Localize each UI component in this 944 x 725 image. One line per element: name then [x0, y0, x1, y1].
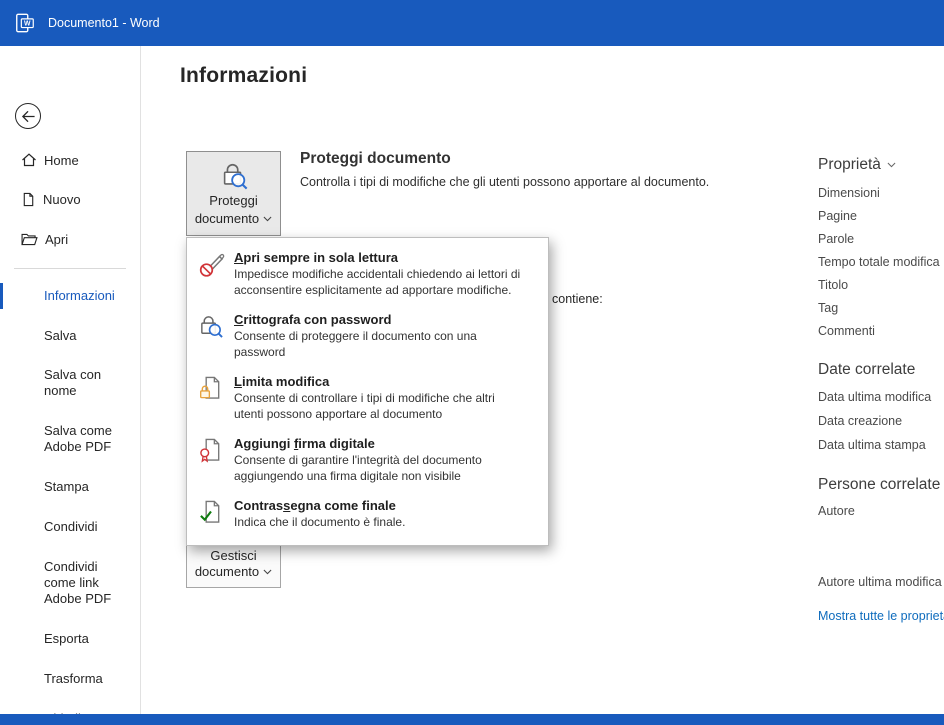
encrypt-password-lock-icon	[198, 313, 225, 340]
menu-item-title: Limita modifica	[234, 374, 522, 389]
property-label-autore-ultima-modifica: Autore ultima modifica	[818, 575, 942, 589]
sidebar-item-label: Home	[44, 153, 79, 168]
menu-item-title: Crittografa con password	[234, 312, 522, 327]
sidebar-item-informazioni[interactable]: Informazioni	[0, 288, 132, 304]
property-label-pagine: Pagine	[818, 209, 857, 223]
chevron-down-icon	[887, 162, 896, 168]
property-label-dimensioni: Dimensioni	[818, 186, 880, 200]
sidebar-item-condividi[interactable]: Condividi	[0, 519, 132, 535]
protect-button-label-line2: documento	[195, 211, 259, 227]
property-label-titolo: Titolo	[818, 278, 848, 292]
sidebar-item-esporta[interactable]: Esporta	[0, 631, 132, 647]
protect-section-title: Proteggi documento	[300, 150, 451, 168]
sidebar-item-nuovo[interactable]: Nuovo	[0, 187, 140, 211]
sidebar-divider	[14, 268, 126, 269]
sidebar-item-label: Informazioni	[44, 288, 115, 303]
page-title: Informazioni	[180, 64, 307, 88]
menu-item-description: Indica che il documento è finale.	[234, 515, 405, 531]
restrict-editing-icon	[198, 375, 225, 402]
sidebar-item-label: Trasforma	[44, 671, 103, 686]
menu-item-description: Consente di proteggere il documento con …	[234, 329, 522, 360]
manage-button-label-line2: documento	[195, 564, 259, 580]
home-icon	[21, 152, 37, 168]
protect-button-label-line1: Proteggi	[209, 193, 257, 209]
titlebar: W Documento1 - Word	[0, 0, 944, 46]
menu-item-description: Impedisce modifiche accidentali chiedend…	[234, 267, 522, 298]
property-label-autore: Autore	[818, 504, 855, 518]
read-only-pencil-icon	[198, 251, 225, 278]
properties-dropdown[interactable]: Proprietà	[818, 156, 896, 174]
back-arrow-icon	[21, 109, 36, 124]
property-label-data-ultima-modifica: Data ultima modifica	[818, 390, 931, 404]
menu-item-description: Consente di controllare i tipi di modifi…	[234, 391, 522, 422]
digital-signature-icon	[198, 437, 225, 464]
sidebar-item-home[interactable]: Home	[0, 148, 140, 172]
word-logo-icon: W	[14, 12, 36, 34]
sidebar-item-salva-come-adobe-pdf[interactable]: Salva come Adobe PDF	[0, 423, 132, 455]
window-title: Documento1 - Word	[48, 16, 160, 30]
chevron-down-icon	[263, 216, 272, 222]
property-label-data-creazione: Data creazione	[818, 414, 902, 428]
svg-text:W: W	[24, 21, 31, 28]
menu-item-description: Consente di garantire l'integrità del do…	[234, 453, 522, 484]
related-dates-title: Date correlate	[818, 361, 915, 379]
property-label-data-ultima-stampa: Data ultima stampa	[818, 438, 926, 452]
menu-item-crittografa-con-password[interactable]: Crittografa con password Consente di pro…	[187, 305, 548, 367]
protect-document-dropdown-menu: Apri sempre in sola lettura Impedisce mo…	[186, 237, 549, 546]
backstage-sidebar: Home Nuovo Apri Informazioni Salva Salva…	[0, 46, 141, 714]
mark-as-final-icon	[198, 499, 225, 526]
new-document-icon	[21, 192, 36, 207]
taskbar-strip	[0, 714, 944, 725]
sidebar-item-label: Stampa	[44, 479, 89, 494]
show-all-properties-link[interactable]: Mostra tutte le proprietà	[818, 609, 944, 623]
sidebar-item-apri[interactable]: Apri	[0, 227, 140, 251]
protect-document-button[interactable]: Proteggi documento	[186, 151, 281, 236]
manage-button-label-line1: Gestisci	[210, 548, 256, 564]
properties-title: Proprietà	[818, 156, 881, 174]
menu-item-title: Contrassegna come finale	[234, 498, 405, 513]
menu-item-title: Apri sempre in sola lettura	[234, 250, 522, 265]
chevron-down-icon	[263, 569, 272, 575]
menu-item-apri-sempre-in-sola-lettura[interactable]: Apri sempre in sola lettura Impedisce mo…	[187, 243, 548, 305]
menu-item-title: Aggiungi firma digitale	[234, 436, 522, 451]
sidebar-item-label: Salva con nome	[44, 367, 101, 398]
property-label-parole: Parole	[818, 232, 854, 246]
protect-document-lock-magnifier-icon	[219, 161, 249, 191]
partially-hidden-text: contiene:	[552, 292, 603, 306]
sidebar-item-salva-con-nome[interactable]: Salva con nome	[0, 367, 132, 399]
property-label-tempo-totale-modifica: Tempo totale modifica	[818, 255, 940, 269]
sidebar-item-label: Condividi come link Adobe PDF	[44, 559, 111, 606]
sidebar-item-condividi-come-link[interactable]: Condividi come link Adobe PDF	[0, 559, 132, 607]
sidebar-item-salva[interactable]: Salva	[0, 328, 132, 344]
menu-item-contrassegna-come-finale[interactable]: Contrassegna come finale Indica che il d…	[187, 491, 548, 538]
sidebar-item-trasforma[interactable]: Trasforma	[0, 671, 132, 687]
related-people-title: Persone correlate	[818, 476, 940, 494]
menu-item-limita-modifica[interactable]: Limita modifica Consente di controllare …	[187, 367, 548, 429]
sidebar-item-stampa[interactable]: Stampa	[0, 479, 132, 495]
sidebar-item-label: Condividi	[44, 519, 97, 534]
menu-item-aggiungi-firma-digitale[interactable]: Aggiungi firma digitale Consente di gara…	[187, 429, 548, 491]
sidebar-item-label: Salva	[44, 328, 77, 343]
sidebar-item-label: Esporta	[44, 631, 89, 646]
property-label-tag: Tag	[818, 301, 838, 315]
sidebar-item-label: Salva come Adobe PDF	[44, 423, 112, 454]
back-button[interactable]	[15, 103, 41, 129]
protect-section-description: Controlla i tipi di modifiche che gli ut…	[300, 175, 800, 189]
sidebar-item-label: Apri	[45, 232, 68, 247]
word-backstage-window: W Documento1 - Word Home Nuovo	[0, 0, 944, 725]
open-folder-icon	[21, 233, 38, 246]
sidebar-item-label: Nuovo	[43, 192, 81, 207]
property-label-commenti: Commenti	[818, 324, 875, 338]
